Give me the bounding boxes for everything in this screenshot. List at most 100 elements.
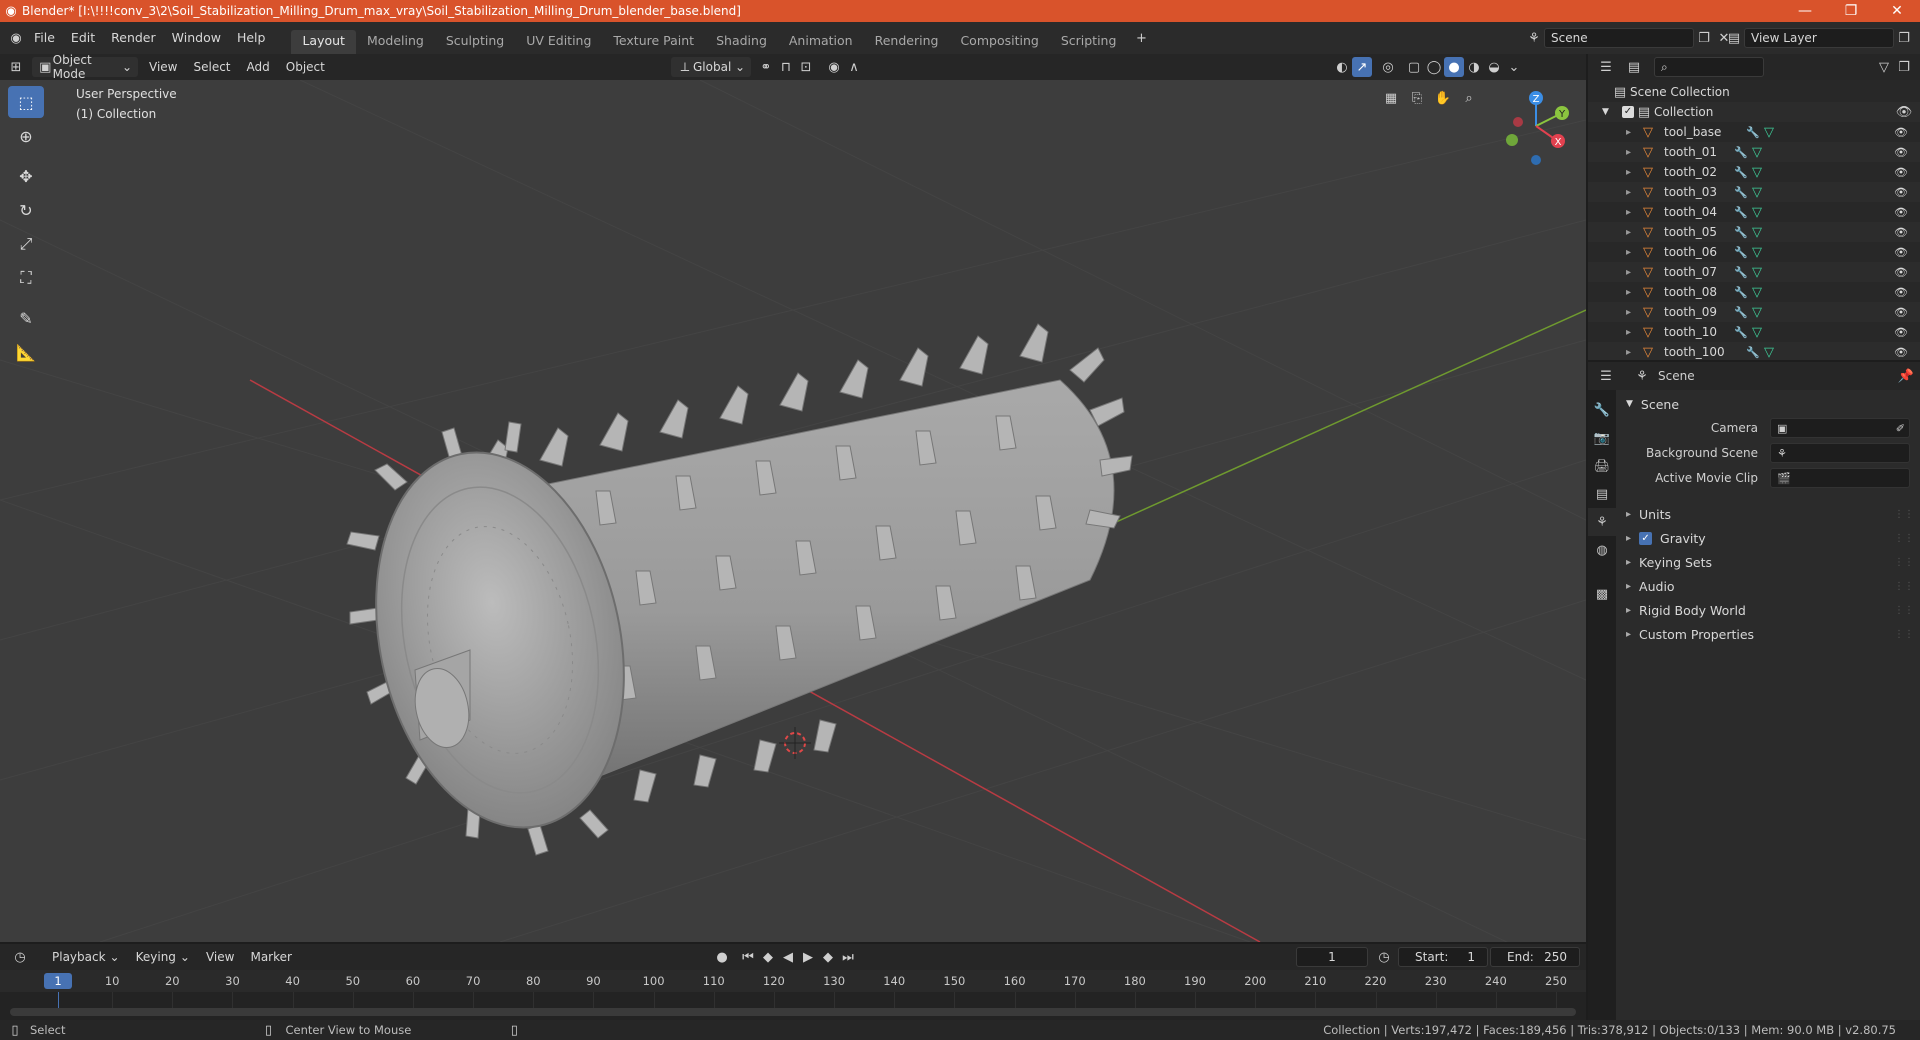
- timeline-editor-icon[interactable]: ◷: [10, 947, 30, 967]
- expand-arrow-icon[interactable]: ▸: [1626, 167, 1638, 178]
- new-view-layer-icon[interactable]: ❐: [1894, 28, 1914, 48]
- viewport-menu-select[interactable]: Select: [185, 60, 238, 74]
- rotate-tool-icon[interactable]: ↻: [8, 194, 44, 226]
- tab-sculpting[interactable]: Sculpting: [435, 30, 515, 54]
- panel-rigid-body-world[interactable]: ▸ Rigid Body World ⋮⋮: [1616, 598, 1920, 622]
- eyedropper-icon[interactable]: ✐: [1896, 422, 1905, 435]
- annotate-tool-icon[interactable]: ✎: [8, 302, 44, 334]
- modifier-icon[interactable]: 🔧: [1734, 326, 1752, 339]
- menu-help[interactable]: Help: [229, 22, 274, 54]
- mesh-data-icon[interactable]: ▽: [1752, 285, 1770, 300]
- toggle-grid-icon[interactable]: ▦: [1381, 88, 1401, 108]
- expand-arrow-icon[interactable]: ▸: [1626, 287, 1638, 298]
- axis-gizmo[interactable]: Z Y X: [1498, 86, 1578, 166]
- panel-custom-properties[interactable]: ▸ Custom Properties ⋮⋮: [1616, 622, 1920, 646]
- viewport-menu-object[interactable]: Object: [278, 60, 333, 74]
- tab-layout[interactable]: Layout: [291, 30, 356, 54]
- rendered-shading-icon[interactable]: ◒: [1484, 57, 1504, 77]
- expand-arrow-icon[interactable]: ▸: [1626, 207, 1638, 218]
- drag-handle-icon[interactable]: ⋮⋮: [1894, 581, 1914, 592]
- expand-arrow-icon[interactable]: ▸: [1626, 327, 1638, 338]
- outliner-item[interactable]: ▸ ▽ tooth_100 🔧 ▽ 👁: [1588, 342, 1920, 360]
- eye-icon[interactable]: 👁: [1894, 126, 1908, 139]
- eye-icon[interactable]: 👁: [1894, 186, 1908, 199]
- jump-start-icon[interactable]: ⏮: [738, 947, 758, 967]
- outliner-item[interactable]: ▸ ▽ tooth_10 🔧 ▽ 👁: [1588, 322, 1920, 342]
- next-keyframe-icon[interactable]: ◆: [818, 947, 838, 967]
- start-frame-field[interactable]: Start: 1: [1398, 947, 1488, 967]
- eye-icon[interactable]: 👁: [1894, 266, 1908, 279]
- tab-scripting[interactable]: Scripting: [1050, 30, 1128, 54]
- outliner-item[interactable]: ▸ ▽ tooth_06 🔧 ▽ 👁: [1588, 242, 1920, 262]
- play-icon[interactable]: ▶: [798, 947, 818, 967]
- outliner-item[interactable]: ▸ ▽ tooth_04 🔧 ▽ 👁: [1588, 202, 1920, 222]
- shading-options-icon[interactable]: ⌄: [1504, 57, 1524, 77]
- mesh-data-icon[interactable]: ▽: [1764, 345, 1782, 360]
- mesh-data-icon[interactable]: ▽: [1752, 325, 1770, 340]
- camera-view-icon[interactable]: ⎘: [1407, 88, 1427, 108]
- proportional-edit-icon[interactable]: ◉: [824, 57, 844, 77]
- camera-field[interactable]: ▣ ✐: [1770, 418, 1910, 438]
- editor-type-icon[interactable]: ⊞: [6, 57, 26, 77]
- measure-tool-icon[interactable]: 📐: [8, 336, 44, 368]
- delete-view-layer-icon[interactable]: ✕: [1914, 28, 1920, 48]
- maximize-icon[interactable]: ❐: [1828, 0, 1874, 22]
- falloff-icon[interactable]: ∧: [844, 57, 864, 77]
- modifier-icon[interactable]: 🔧: [1734, 166, 1752, 179]
- viewport-menu-view[interactable]: View: [141, 60, 185, 74]
- collection-checkbox[interactable]: ✓: [1622, 106, 1634, 118]
- material-shading-icon[interactable]: ◑: [1464, 57, 1484, 77]
- mesh-data-icon[interactable]: ▽: [1752, 225, 1770, 240]
- minimize-icon[interactable]: —: [1782, 0, 1828, 22]
- modifier-icon[interactable]: 🔧: [1734, 266, 1752, 279]
- panel-gravity[interactable]: ▸ ✓ Gravity ⋮⋮: [1616, 526, 1920, 550]
- drag-handle-icon[interactable]: ⋮⋮: [1894, 509, 1914, 520]
- pivot-point-icon[interactable]: ⚭: [756, 57, 776, 77]
- outliner-item[interactable]: ▸ ▽ tooth_01 🔧 ▽ 👁: [1588, 142, 1920, 162]
- expand-arrow-icon[interactable]: ▼: [1602, 107, 1616, 117]
- timeline-area[interactable]: 1 10 20 30 40 50 60 70 80 90 100 110 120 130 140 150 160…: [0, 970, 1586, 1020]
- expand-arrow-icon[interactable]: ▸: [1626, 227, 1638, 238]
- scene-panel-header[interactable]: ▼ Scene: [1616, 392, 1920, 416]
- outliner-scene-collection[interactable]: ▤ Scene Collection: [1588, 82, 1920, 102]
- menu-edit[interactable]: Edit: [63, 22, 103, 54]
- panel-units[interactable]: ▸ Units ⋮⋮: [1616, 502, 1920, 526]
- eye-icon[interactable]: 👁: [1894, 326, 1908, 339]
- tab-uv-editing[interactable]: UV Editing: [515, 30, 602, 54]
- current-frame-field[interactable]: 1: [1296, 947, 1368, 967]
- menu-file[interactable]: File: [26, 22, 63, 54]
- gravity-checkbox[interactable]: ✓: [1639, 531, 1653, 545]
- properties-editor-icon[interactable]: ☰: [1596, 366, 1616, 386]
- prev-keyframe-icon[interactable]: ◆: [758, 947, 778, 967]
- filter-icon[interactable]: ▽: [1874, 57, 1894, 77]
- modifier-icon[interactable]: 🔧: [1734, 286, 1752, 299]
- expand-arrow-icon[interactable]: ▸: [1626, 247, 1638, 258]
- scene-selector[interactable]: Scene: [1544, 28, 1694, 48]
- mesh-data-icon[interactable]: ▽: [1752, 185, 1770, 200]
- eye-icon[interactable]: 👁: [1894, 166, 1908, 179]
- modifier-icon[interactable]: 🔧: [1734, 146, 1752, 159]
- scene-tab-icon[interactable]: ⚘: [1588, 508, 1616, 536]
- visibility-icon[interactable]: ◐: [1332, 57, 1352, 77]
- eye-icon[interactable]: 👁: [1894, 346, 1908, 359]
- mode-dropdown[interactable]: ▣ Object Mode ⌄: [32, 53, 138, 81]
- add-workspace-icon[interactable]: +: [1131, 28, 1151, 48]
- transform-tool-icon[interactable]: ⛶: [8, 262, 44, 294]
- new-scene-icon[interactable]: ❐: [1694, 28, 1714, 48]
- tab-rendering[interactable]: Rendering: [864, 30, 950, 54]
- new-collection-icon[interactable]: ❐: [1894, 57, 1914, 77]
- expand-arrow-icon[interactable]: ▸: [1626, 187, 1638, 198]
- solid-shading-icon[interactable]: ●: [1444, 57, 1464, 77]
- play-reverse-icon[interactable]: ◀: [778, 947, 798, 967]
- pin-icon[interactable]: 📌: [1896, 366, 1916, 386]
- menu-window[interactable]: Window: [164, 22, 229, 54]
- outliner-collection[interactable]: ▼ ✓ ▤ Collection 👁: [1588, 102, 1920, 122]
- viewport-menu-add[interactable]: Add: [239, 60, 278, 74]
- cursor-tool-icon[interactable]: ⊕: [8, 120, 44, 152]
- eye-icon[interactable]: 👁: [1894, 286, 1908, 299]
- mesh-data-icon[interactable]: ▽: [1752, 245, 1770, 260]
- mesh-data-icon[interactable]: ▽: [1752, 265, 1770, 280]
- tab-modeling[interactable]: Modeling: [356, 30, 435, 54]
- drag-handle-icon[interactable]: ⋮⋮: [1894, 605, 1914, 616]
- eye-icon[interactable]: 👁: [1894, 102, 1914, 122]
